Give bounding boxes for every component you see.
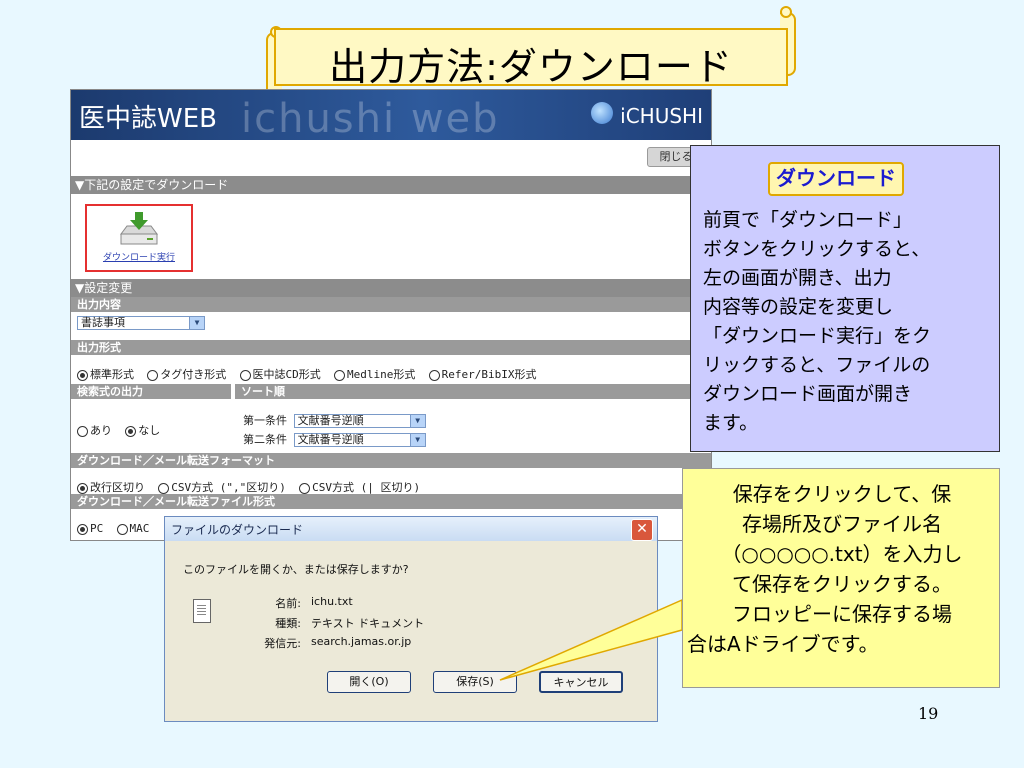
callout-line: （○○○○○.txt）を入力し xyxy=(721,542,963,566)
save-instruction-callout: 保存をクリックして、保 存場所及びファイル名 （○○○○○.txt）を入力し て… xyxy=(682,468,1000,688)
callout-line: フロッピーに保存する場 xyxy=(732,602,952,626)
callout-line: て保存をクリックする。 xyxy=(732,572,952,596)
callout-body: 保存をクリックして、保 存場所及びファイル名 （○○○○○.txt）を入力し て… xyxy=(687,479,997,659)
callout-line: 存場所及びファイル名 xyxy=(742,512,942,536)
callout-line: 保存をクリックして、保 xyxy=(732,482,952,506)
callout-line: 合はAドライブです。 xyxy=(687,632,879,656)
page-number: 19 xyxy=(918,704,939,723)
